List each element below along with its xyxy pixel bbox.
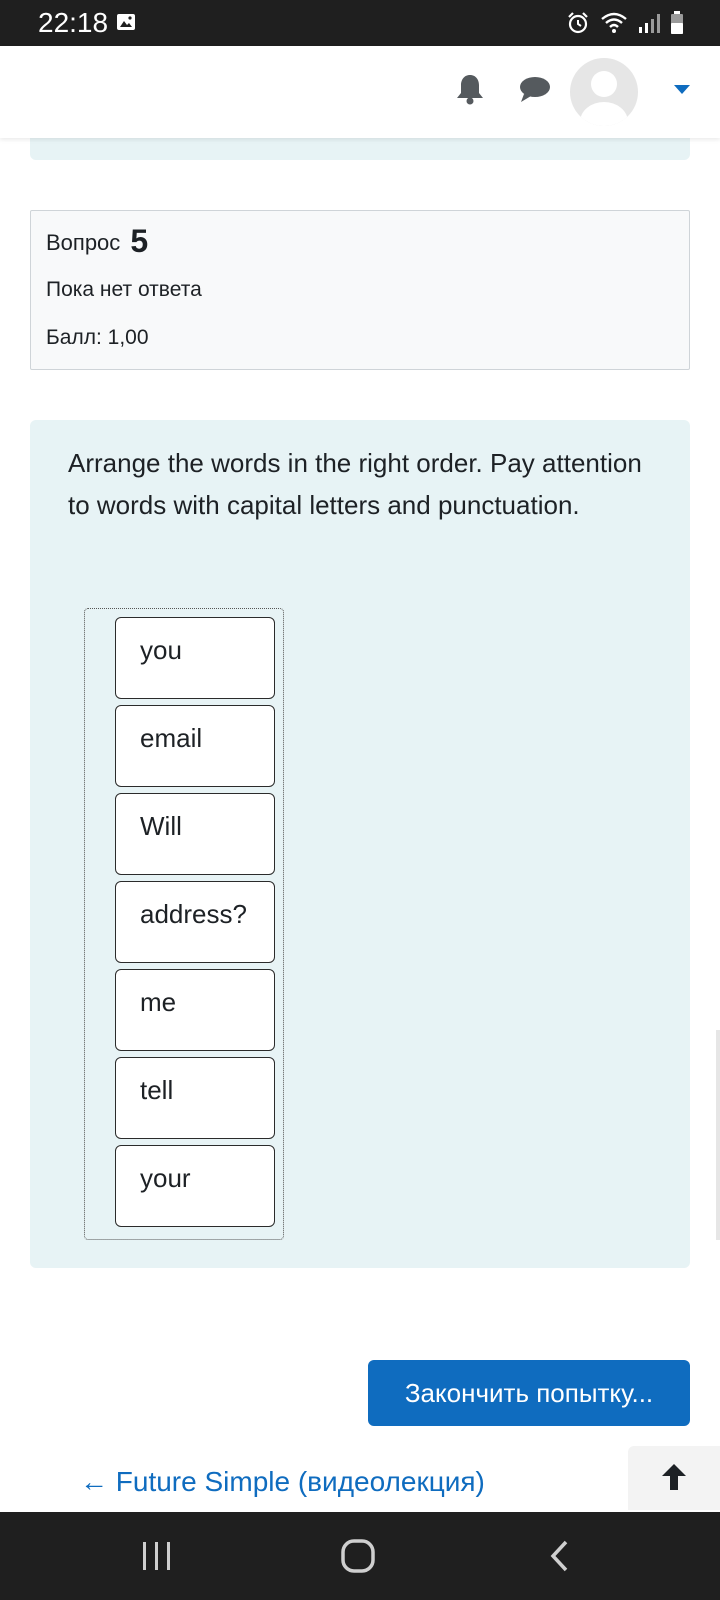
status-time: 22:18 <box>38 7 109 38</box>
home-icon[interactable] <box>340 1538 376 1574</box>
gallery-icon <box>117 14 135 30</box>
question-text: Arrange the words in the right order. Pa… <box>68 448 642 520</box>
ordering-item[interactable]: email <box>115 705 275 787</box>
recent-apps-icon[interactable] <box>140 1540 174 1572</box>
ordering-item[interactable]: tell <box>115 1057 275 1139</box>
question-content: Arrange the words in the right order. Pa… <box>30 420 690 1268</box>
ordering-item[interactable]: you <box>115 617 275 699</box>
ordering-item[interactable]: me <box>115 969 275 1051</box>
battery-icon <box>671 11 683 34</box>
wifi-icon <box>601 12 627 33</box>
question-state: Пока нет ответа <box>46 278 202 301</box>
ordering-item-label: you <box>140 635 182 665</box>
bell-icon[interactable] <box>454 72 486 106</box>
ordering-item-label: Will <box>140 811 182 841</box>
question-label: Вопрос <box>46 230 121 255</box>
previous-question-block <box>30 138 690 160</box>
android-nav-bar <box>0 1512 720 1600</box>
ordering-list: you email Will address? me tell your <box>84 608 284 1240</box>
ordering-item-label: address? <box>140 899 247 929</box>
chat-icon[interactable] <box>518 74 552 106</box>
ordering-item-label: your <box>140 1163 191 1193</box>
back-to-top-button[interactable] <box>628 1446 720 1510</box>
question-mark: Балл: 1,00 <box>46 326 149 349</box>
question-info: Вопрос 5 Пока нет ответа Балл: 1,00 <box>30 210 690 370</box>
alarm-icon <box>568 12 588 34</box>
ordering-item-label: email <box>140 723 203 753</box>
caret-down-icon[interactable] <box>672 82 692 96</box>
scrollbar[interactable] <box>716 1030 720 1240</box>
top-navbar <box>0 46 720 138</box>
ordering-item[interactable]: your <box>115 1145 275 1227</box>
ordering-item[interactable]: address? <box>115 881 275 963</box>
user-avatar-icon <box>580 71 628 126</box>
question-number: 5 <box>130 223 149 259</box>
previous-activity-link[interactable]: ← Future Simple (видеолекция) <box>80 1464 485 1500</box>
question-title: Вопрос 5 <box>46 223 148 261</box>
android-status-bar: 22:18 <box>0 0 720 46</box>
finish-attempt-button[interactable]: Закончить попытку... <box>368 1360 690 1426</box>
signal-icon <box>639 14 660 33</box>
back-icon[interactable] <box>548 1540 570 1572</box>
user-avatar[interactable] <box>570 58 638 126</box>
arrow-up-icon <box>662 1464 686 1490</box>
ordering-item[interactable]: Will <box>115 793 275 875</box>
ordering-item-label: me <box>140 987 177 1017</box>
ordering-item-label: tell <box>140 1075 174 1105</box>
